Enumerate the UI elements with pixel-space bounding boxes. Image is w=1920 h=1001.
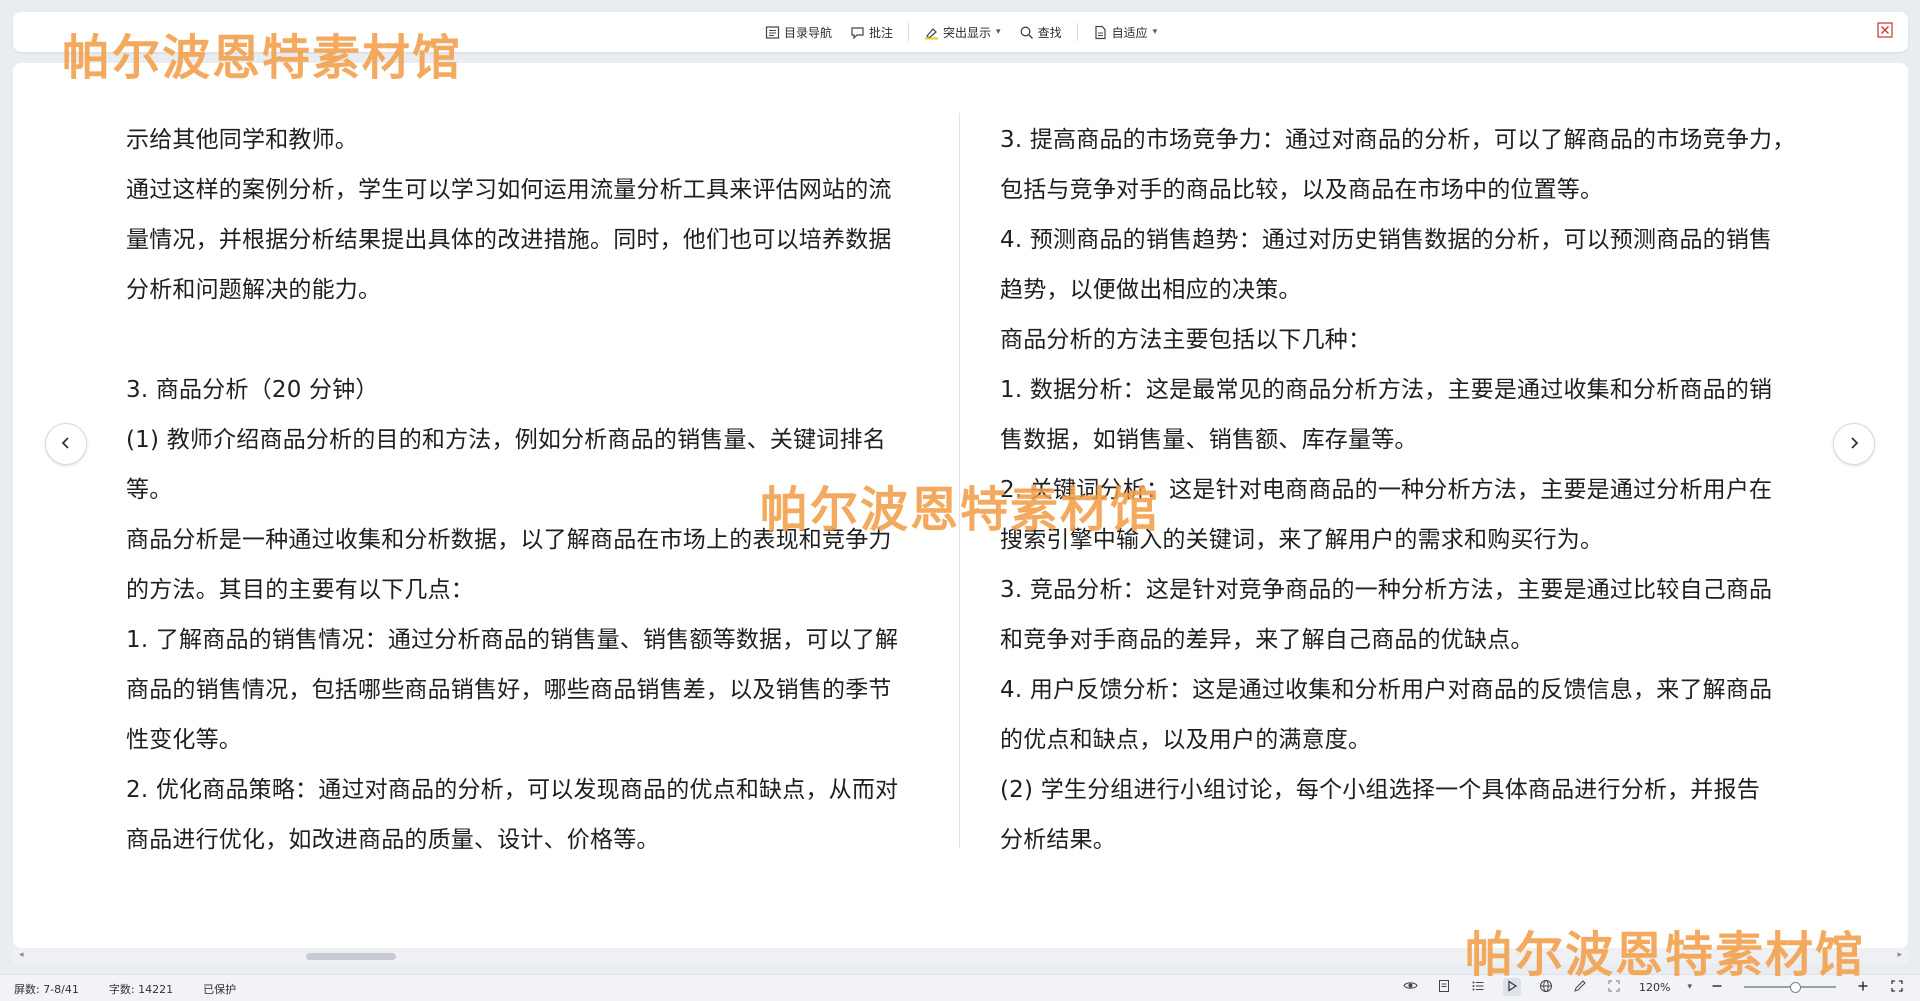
find-label: 查找 <box>1037 25 1062 40</box>
text-line: 1. 了解商品的销售情况：通过分析商品的销售量、销售额等数据，可以了解 <box>126 627 899 653</box>
text-line: 性变化等。 <box>126 727 242 753</box>
text-line: 和竞争对手商品的差异，来了解自己商品的优缺点。 <box>1000 627 1534 653</box>
word-count: 字数: 14221 <box>108 983 174 996</box>
comment-button[interactable]: 批注 <box>843 18 900 46</box>
fit-mode-label: 自适应 <box>1111 25 1148 40</box>
page-icon <box>1437 979 1451 996</box>
close-button[interactable] <box>1876 22 1894 42</box>
text-line <box>126 315 936 365</box>
highlight-label: 突出显示 <box>943 25 992 40</box>
protection-status: 已保护 <box>203 983 237 996</box>
text-line: 的方法。其目的主要有以下几点： <box>126 577 474 603</box>
previous-page-button[interactable] <box>45 423 87 465</box>
chevron-left-icon <box>59 435 73 454</box>
toolbar-divider <box>1076 23 1078 41</box>
toc-icon <box>765 25 780 40</box>
comment-label: 批注 <box>869 25 894 40</box>
highlight-button[interactable]: 突出显示 ▾ <box>917 18 1008 46</box>
toolbar-group: 目录导航 批注 突出显示 ▾ 查找 自适应 ▾ <box>758 12 1164 52</box>
text-line: 1. 数据分析：这是最常见的商品分析方法，主要是通过收集和分析商品的销 <box>1000 377 1773 403</box>
scrollbar-thumb[interactable] <box>306 953 396 960</box>
text-line: 3. 提高商品的市场竞争力：通过对商品的分析，可以了解商品的市场竞争力， <box>1000 127 1796 153</box>
expand-icon <box>1890 979 1904 996</box>
text-line: 售数据，如销售量、销售额、库存量等。 <box>1000 427 1418 453</box>
chevron-right-icon <box>1847 435 1861 454</box>
comment-icon <box>850 25 865 40</box>
text-line: 商品分析的方法主要包括以下几种： <box>1000 327 1372 353</box>
text-line: (1) 教师介绍商品分析的目的和方法，例如分析商品的销售量、关键词排名 <box>126 427 886 453</box>
page-fit-icon <box>1093 25 1108 40</box>
text-line: 3. 商品分析（20 分钟） <box>126 377 379 403</box>
toc-navigation-label: 目录导航 <box>784 25 833 40</box>
page-count: 屏数: 7-8/41 <box>14 983 79 996</box>
text-line: 包括与竞争对手的商品比较，以及商品在市场中的位置等。 <box>1000 177 1604 203</box>
scroll-right-arrow-icon[interactable]: ▸ <box>1897 950 1902 960</box>
watermark-bottom-right: 帕尔波恩特素材馆 <box>1465 927 1866 983</box>
text-line: 分析和问题解决的能力。 <box>126 277 382 303</box>
text-line: 商品进行优化，如改进商品的质量、设计、价格等。 <box>126 827 660 853</box>
eye-protection-button[interactable] <box>1401 978 1419 996</box>
page-view-button[interactable] <box>1435 978 1453 996</box>
toolbar-divider <box>908 23 910 41</box>
highlighter-icon <box>924 25 939 40</box>
text-line: 4. 用户反馈分析：这是通过收集和分析用户对商品的反馈信息，来了解商品 <box>1000 677 1773 703</box>
toc-navigation-button[interactable]: 目录导航 <box>758 18 839 46</box>
next-page-button[interactable] <box>1833 423 1875 465</box>
status-info: 屏数: 7-8/41 字数: 14221 已保护 <box>14 981 236 997</box>
eye-icon <box>1402 978 1418 996</box>
fit-mode-button[interactable]: 自适应 ▾ <box>1086 18 1165 46</box>
chevron-down-icon: ▾ <box>996 27 1001 37</box>
text-line: (2) 学生分组进行小组讨论，每个小组选择一个具体商品进行分析，并报告 <box>1000 777 1760 803</box>
close-icon <box>1877 22 1893 42</box>
watermark-center: 帕尔波恩特素材馆 <box>760 482 1161 538</box>
find-button[interactable]: 查找 <box>1012 18 1069 46</box>
text-line: 3. 竞品分析：这是针对竞争商品的一种分析方法，主要是通过比较自己商品 <box>1000 577 1773 603</box>
text-line: 4. 预测商品的销售趋势：通过对历史销售数据的分析，可以预测商品的销售 <box>1000 227 1773 253</box>
expand-button[interactable] <box>1888 978 1906 996</box>
text-line: 示给其他同学和教师。 <box>126 127 358 153</box>
search-icon <box>1019 25 1034 40</box>
watermark-top-left: 帕尔波恩特素材馆 <box>62 30 463 86</box>
text-line: 商品的销售情况，包括哪些商品销售好，哪些商品销售差，以及销售的季节 <box>126 677 892 703</box>
text-line: 通过这样的案例分析，学生可以学习如何运用流量分析工具来评估网站的流 <box>126 177 892 203</box>
text-line: 量情况，并根据分析结果提出具体的改进措施。同时，他们也可以培养数据 <box>126 227 892 253</box>
zoom-slider[interactable] <box>1744 982 1836 993</box>
text-line: 趋势，以便做出相应的决策。 <box>1000 277 1302 303</box>
chevron-down-icon: ▾ <box>1152 27 1158 37</box>
text-line: 的优点和缺点，以及用户的满意度。 <box>1000 727 1372 753</box>
text-line: 分析结果。 <box>1000 827 1116 853</box>
text-line: 2. 优化商品策略：通过对商品的分析，可以发现商品的优点和缺点，从而对 <box>126 777 899 803</box>
scroll-left-arrow-icon[interactable]: ◂ <box>19 950 24 960</box>
